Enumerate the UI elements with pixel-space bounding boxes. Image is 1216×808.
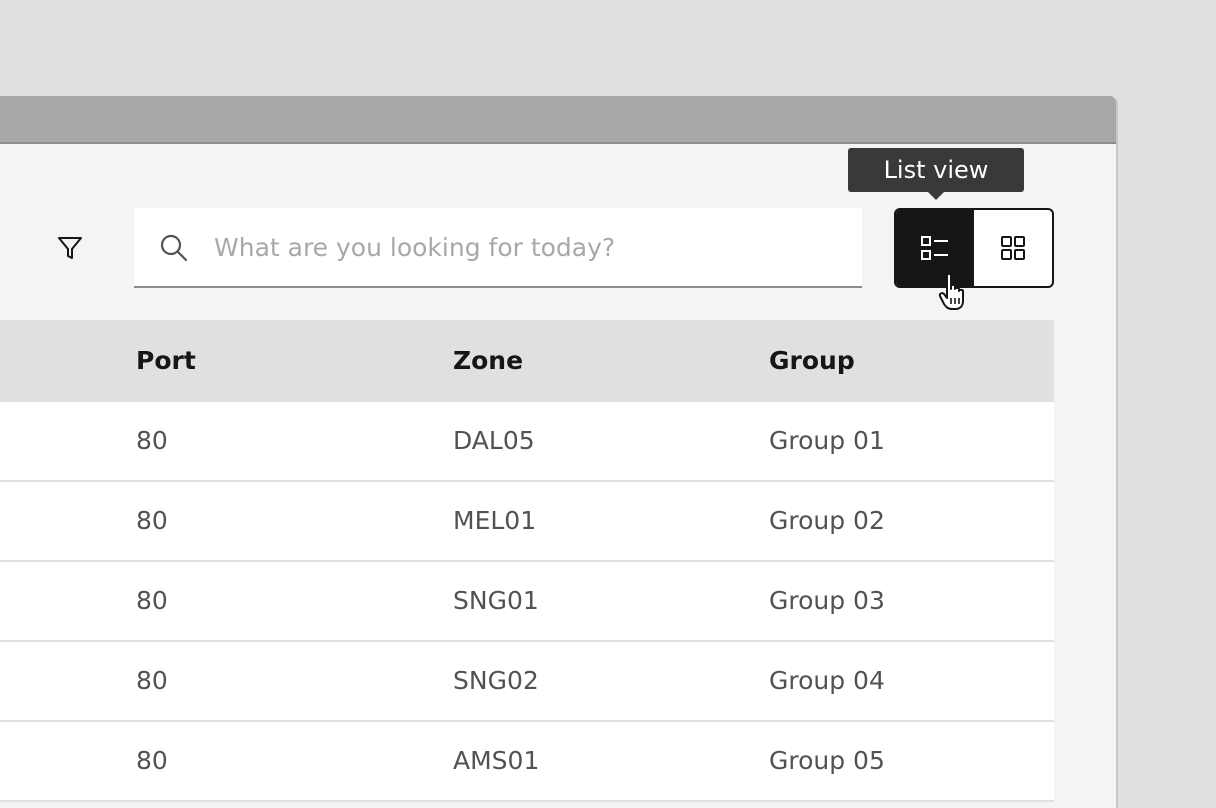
table-row[interactable]: 80 MEL01 Group 02 — [0, 482, 1054, 562]
cell-zone: MEL01 — [453, 506, 537, 535]
cell-zone: SNG02 — [453, 666, 539, 695]
cell-port: 80 — [136, 426, 168, 455]
tooltip-caret — [927, 191, 945, 200]
cell-group: Group 02 — [769, 506, 885, 535]
table-row[interactable]: 80 DAL05 Group 01 — [0, 402, 1054, 482]
table-row[interactable]: 80 AMS01 Group 05 — [0, 722, 1054, 802]
cell-port: 80 — [136, 506, 168, 535]
app-window: List view Port Zone — [0, 96, 1118, 808]
search-input[interactable] — [214, 228, 834, 266]
cell-zone: DAL05 — [453, 426, 535, 455]
cell-group: Group 03 — [769, 586, 885, 615]
list-view-tooltip: List view — [848, 148, 1024, 192]
hand-pointer-cursor-icon — [938, 272, 964, 310]
cell-port: 80 — [136, 666, 168, 695]
column-header-zone[interactable]: Zone — [453, 320, 523, 402]
grid-view-icon — [1001, 236, 1025, 260]
data-table: Port Zone Group 80 DAL05 Group 01 80 MEL… — [0, 320, 1054, 802]
cell-port: 80 — [136, 586, 168, 615]
cell-group: Group 04 — [769, 666, 885, 695]
window-titlebar — [0, 96, 1116, 144]
column-header-group[interactable]: Group — [769, 320, 855, 402]
cell-port: 80 — [136, 746, 168, 775]
cell-group: Group 05 — [769, 746, 885, 775]
filter-button[interactable] — [50, 228, 90, 268]
table-row[interactable]: 80 SNG01 Group 03 — [0, 562, 1054, 642]
search-bar[interactable] — [134, 208, 862, 288]
cell-zone: AMS01 — [453, 746, 540, 775]
table-header: Port Zone Group — [0, 320, 1054, 402]
column-header-port[interactable]: Port — [136, 320, 196, 402]
view-switcher — [894, 208, 1054, 288]
filter-icon — [58, 237, 82, 259]
cell-zone: SNG01 — [453, 586, 539, 615]
tooltip-text: List view — [883, 156, 989, 184]
table-row[interactable]: 80 SNG02 Group 04 — [0, 642, 1054, 722]
list-view-icon — [921, 236, 948, 260]
search-icon — [160, 234, 188, 262]
cell-group: Group 01 — [769, 426, 885, 455]
grid-view-button[interactable] — [974, 210, 1052, 286]
